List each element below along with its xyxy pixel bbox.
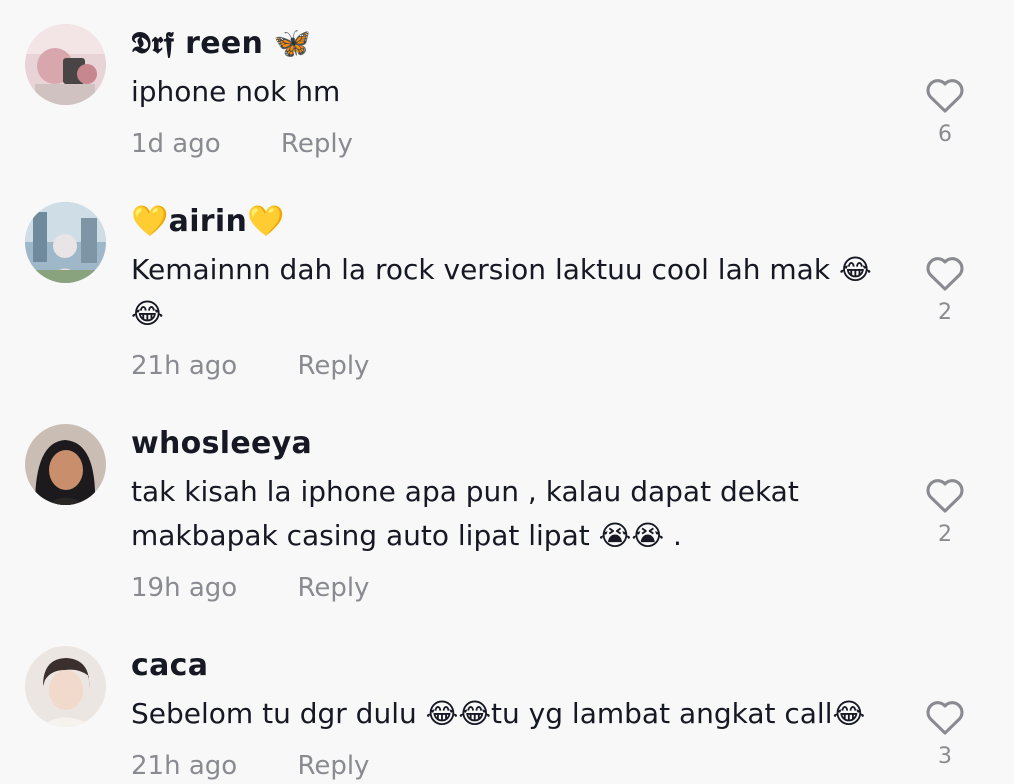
reply-button[interactable]: Reply bbox=[297, 573, 369, 603]
like-count: 2 bbox=[938, 300, 952, 325]
comment-username[interactable]: 💛airin💛 bbox=[131, 202, 891, 242]
like-count: 6 bbox=[938, 122, 952, 147]
comment-timestamp: 21h ago bbox=[131, 351, 238, 381]
comment-username[interactable]: caca bbox=[131, 646, 891, 686]
comment-text: tak kisah la iphone apa pun , kalau dapa… bbox=[131, 475, 799, 552]
pink-room-photo-avatar-icon bbox=[25, 24, 106, 105]
reply-button[interactable]: Reply bbox=[297, 351, 369, 381]
comment-username[interactable]: whosleeya bbox=[131, 424, 891, 464]
reply-button[interactable]: Reply bbox=[297, 751, 369, 781]
avatar[interactable] bbox=[25, 424, 106, 505]
heart-icon bbox=[926, 701, 964, 735]
like-button[interactable]: 3 bbox=[922, 698, 968, 769]
reply-button[interactable]: Reply bbox=[281, 129, 353, 159]
comment-text: iphone nok hm bbox=[131, 75, 341, 108]
comment-text: Sebelom tu dgr dulu 😂😂tu yg lambat angka… bbox=[131, 697, 866, 730]
avatar[interactable] bbox=[25, 202, 106, 283]
heart-icon bbox=[926, 257, 964, 291]
like-button[interactable]: 2 bbox=[922, 476, 968, 547]
heart-icon bbox=[926, 79, 964, 113]
comment-text: Kemainnn dah la rock version laktuu cool… bbox=[131, 253, 872, 330]
portrait-photo-avatar-icon bbox=[25, 646, 106, 727]
comment-timestamp: 21h ago bbox=[131, 751, 238, 781]
avatar[interactable] bbox=[25, 646, 106, 727]
like-button[interactable]: 2 bbox=[922, 254, 968, 325]
like-button[interactable]: 6 bbox=[922, 76, 968, 147]
like-count: 3 bbox=[938, 744, 952, 769]
heart-icon bbox=[926, 479, 964, 513]
comment-timestamp: 1d ago bbox=[131, 129, 221, 159]
selfie-photo-avatar-icon bbox=[25, 424, 106, 505]
comment-username[interactable]: 𝕯𝖗𝖋 reen 🦋 bbox=[131, 24, 891, 64]
like-count: 2 bbox=[938, 522, 952, 547]
city-hijab-photo-avatar-icon bbox=[25, 202, 106, 283]
comment-timestamp: 19h ago bbox=[131, 573, 238, 603]
avatar[interactable] bbox=[25, 24, 106, 105]
